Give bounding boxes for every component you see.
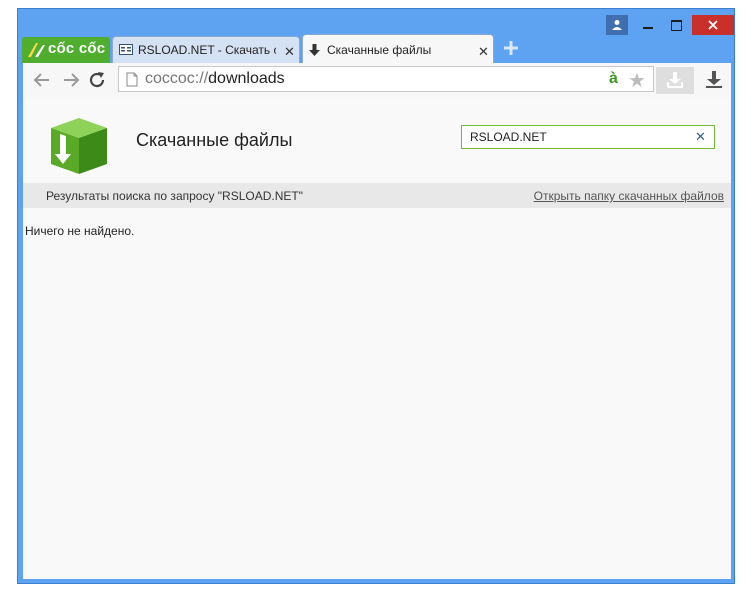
search-input[interactable] bbox=[470, 129, 680, 145]
clear-search-icon[interactable]: ✕ bbox=[695, 129, 706, 145]
tab-title: RSLOAD.NET - Скачать со bbox=[138, 43, 276, 57]
page-title: Скачанные файлы bbox=[136, 130, 293, 150]
tab-downloads[interactable]: Скачанные файлы ✕ bbox=[302, 34, 494, 64]
tab-close-icon[interactable]: ✕ bbox=[284, 44, 295, 60]
address-bar[interactable]: coccoc://downloads à ★ bbox=[118, 66, 654, 92]
search-box: ✕ bbox=[461, 125, 715, 149]
logo-text: cốc cốc bbox=[48, 40, 106, 57]
browser-toolbar: coccoc://downloads à ★ bbox=[23, 63, 731, 98]
coccoc-logo-icon bbox=[28, 43, 45, 57]
back-arrow-icon[interactable] bbox=[31, 70, 53, 90]
download-arrow-icon bbox=[309, 44, 320, 56]
tab-title: Скачанные файлы bbox=[327, 43, 432, 57]
new-tab-plus-icon[interactable] bbox=[500, 37, 522, 59]
downloads-box-icon bbox=[51, 118, 107, 174]
maximize-button[interactable] bbox=[664, 15, 690, 35]
reload-icon[interactable] bbox=[87, 70, 109, 90]
open-downloads-folder-link[interactable]: Открыть папку скачанных файлов bbox=[534, 189, 724, 203]
close-window-button[interactable] bbox=[692, 15, 734, 35]
search-results-bar: Результаты поиска по запросу "RSLOAD.NET… bbox=[23, 183, 731, 208]
address-url: coccoc://downloads bbox=[145, 70, 285, 87]
close-icon bbox=[708, 20, 718, 30]
search-results-label: Результаты поиска по запросу "RSLOAD.NET… bbox=[46, 189, 303, 203]
user-icon bbox=[612, 20, 622, 30]
downloads-page: Скачанные файлы ✕ Результаты поиска по з… bbox=[23, 97, 731, 579]
page-icon bbox=[126, 72, 138, 87]
downloads-toolbar-icon[interactable] bbox=[705, 71, 723, 89]
bookmark-star-icon[interactable]: ★ bbox=[628, 68, 646, 93]
browser-window: cốc cốc RSLOAD.NET - Скачать со ✕ Скачан… bbox=[17, 8, 735, 584]
download-tray-icon bbox=[667, 72, 683, 88]
translate-extension-icon[interactable]: à bbox=[609, 70, 618, 88]
profile-button[interactable] bbox=[606, 15, 628, 35]
tab-rsload[interactable]: RSLOAD.NET - Скачать со ✕ bbox=[112, 36, 300, 64]
minimize-button[interactable] bbox=[635, 15, 661, 35]
rsload-favicon bbox=[119, 44, 133, 55]
download-extension-button[interactable] bbox=[656, 67, 694, 94]
forward-arrow-icon[interactable] bbox=[60, 70, 82, 90]
tab-close-icon[interactable]: ✕ bbox=[478, 44, 489, 60]
coccoc-logo[interactable]: cốc cốc bbox=[22, 37, 110, 63]
maximize-icon bbox=[671, 20, 682, 31]
empty-results-message: Ничего не найдено. bbox=[25, 224, 135, 238]
minimize-icon bbox=[643, 27, 653, 29]
